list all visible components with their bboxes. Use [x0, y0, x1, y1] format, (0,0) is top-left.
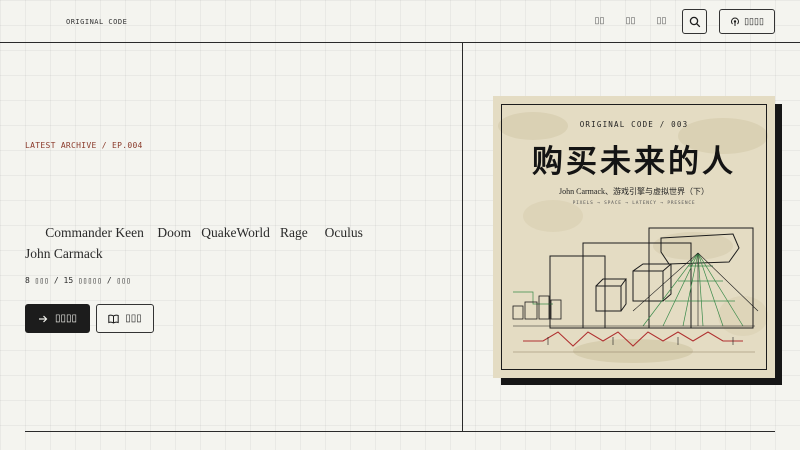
- brand-logo[interactable]: ORIGINAL CODE: [66, 18, 127, 26]
- read-button[interactable]: ▯▯▯: [96, 304, 154, 333]
- cover-subtitle: John Carmack、游戏引擎与虚拟世界（下）: [559, 187, 709, 196]
- arrow-right-icon: [38, 315, 48, 322]
- nav-item-3[interactable]: ▯▯: [652, 15, 671, 26]
- episode-cover[interactable]: ORIGINAL CODE / 003 购买未来的人 John Carmack、…: [493, 96, 782, 386]
- cover-tags: PIXELS → SPACE → LATENCY → PRESENCE: [572, 201, 696, 206]
- search-icon: [689, 16, 700, 27]
- cover-title: 购买未来的人: [532, 144, 736, 180]
- nav-item-1[interactable]: ▯▯: [590, 15, 609, 26]
- nav-item-2[interactable]: ▯▯: [621, 15, 640, 26]
- main-nav: ▯▯ ▯▯ ▯▯: [590, 15, 671, 26]
- site-header: ORIGINAL CODE ▯▯ ▯▯ ▯▯ ▯▯▯▯: [0, 0, 800, 43]
- episode-stats: 8 ▯▯▯ / 15 ▯▯▯▯▯ / ▯▯▯: [25, 276, 131, 285]
- listen-label: ▯▯▯▯: [54, 313, 77, 324]
- hero-tagline: Commander Keen Doom QuakeWorld Rage Ocul…: [25, 225, 394, 261]
- listen-button[interactable]: ▯▯▯▯: [25, 304, 90, 333]
- cover-kicker: ORIGINAL CODE / 003: [579, 120, 689, 129]
- episode-eyebrow: LATEST ARCHIVE / EP.004: [25, 141, 143, 150]
- subscribe-label: ▯▯▯▯: [744, 16, 764, 26]
- search-button[interactable]: [682, 9, 707, 34]
- subscribe-button[interactable]: ▯▯▯▯: [719, 9, 775, 34]
- podcast-icon: [731, 17, 740, 26]
- footer-rule: [25, 431, 775, 432]
- book-icon: [108, 314, 119, 324]
- column-divider: [462, 43, 463, 431]
- cover-artwork: ORIGINAL CODE / 003 购买未来的人 John Carmack、…: [493, 96, 775, 378]
- read-label: ▯▯▯: [125, 313, 142, 324]
